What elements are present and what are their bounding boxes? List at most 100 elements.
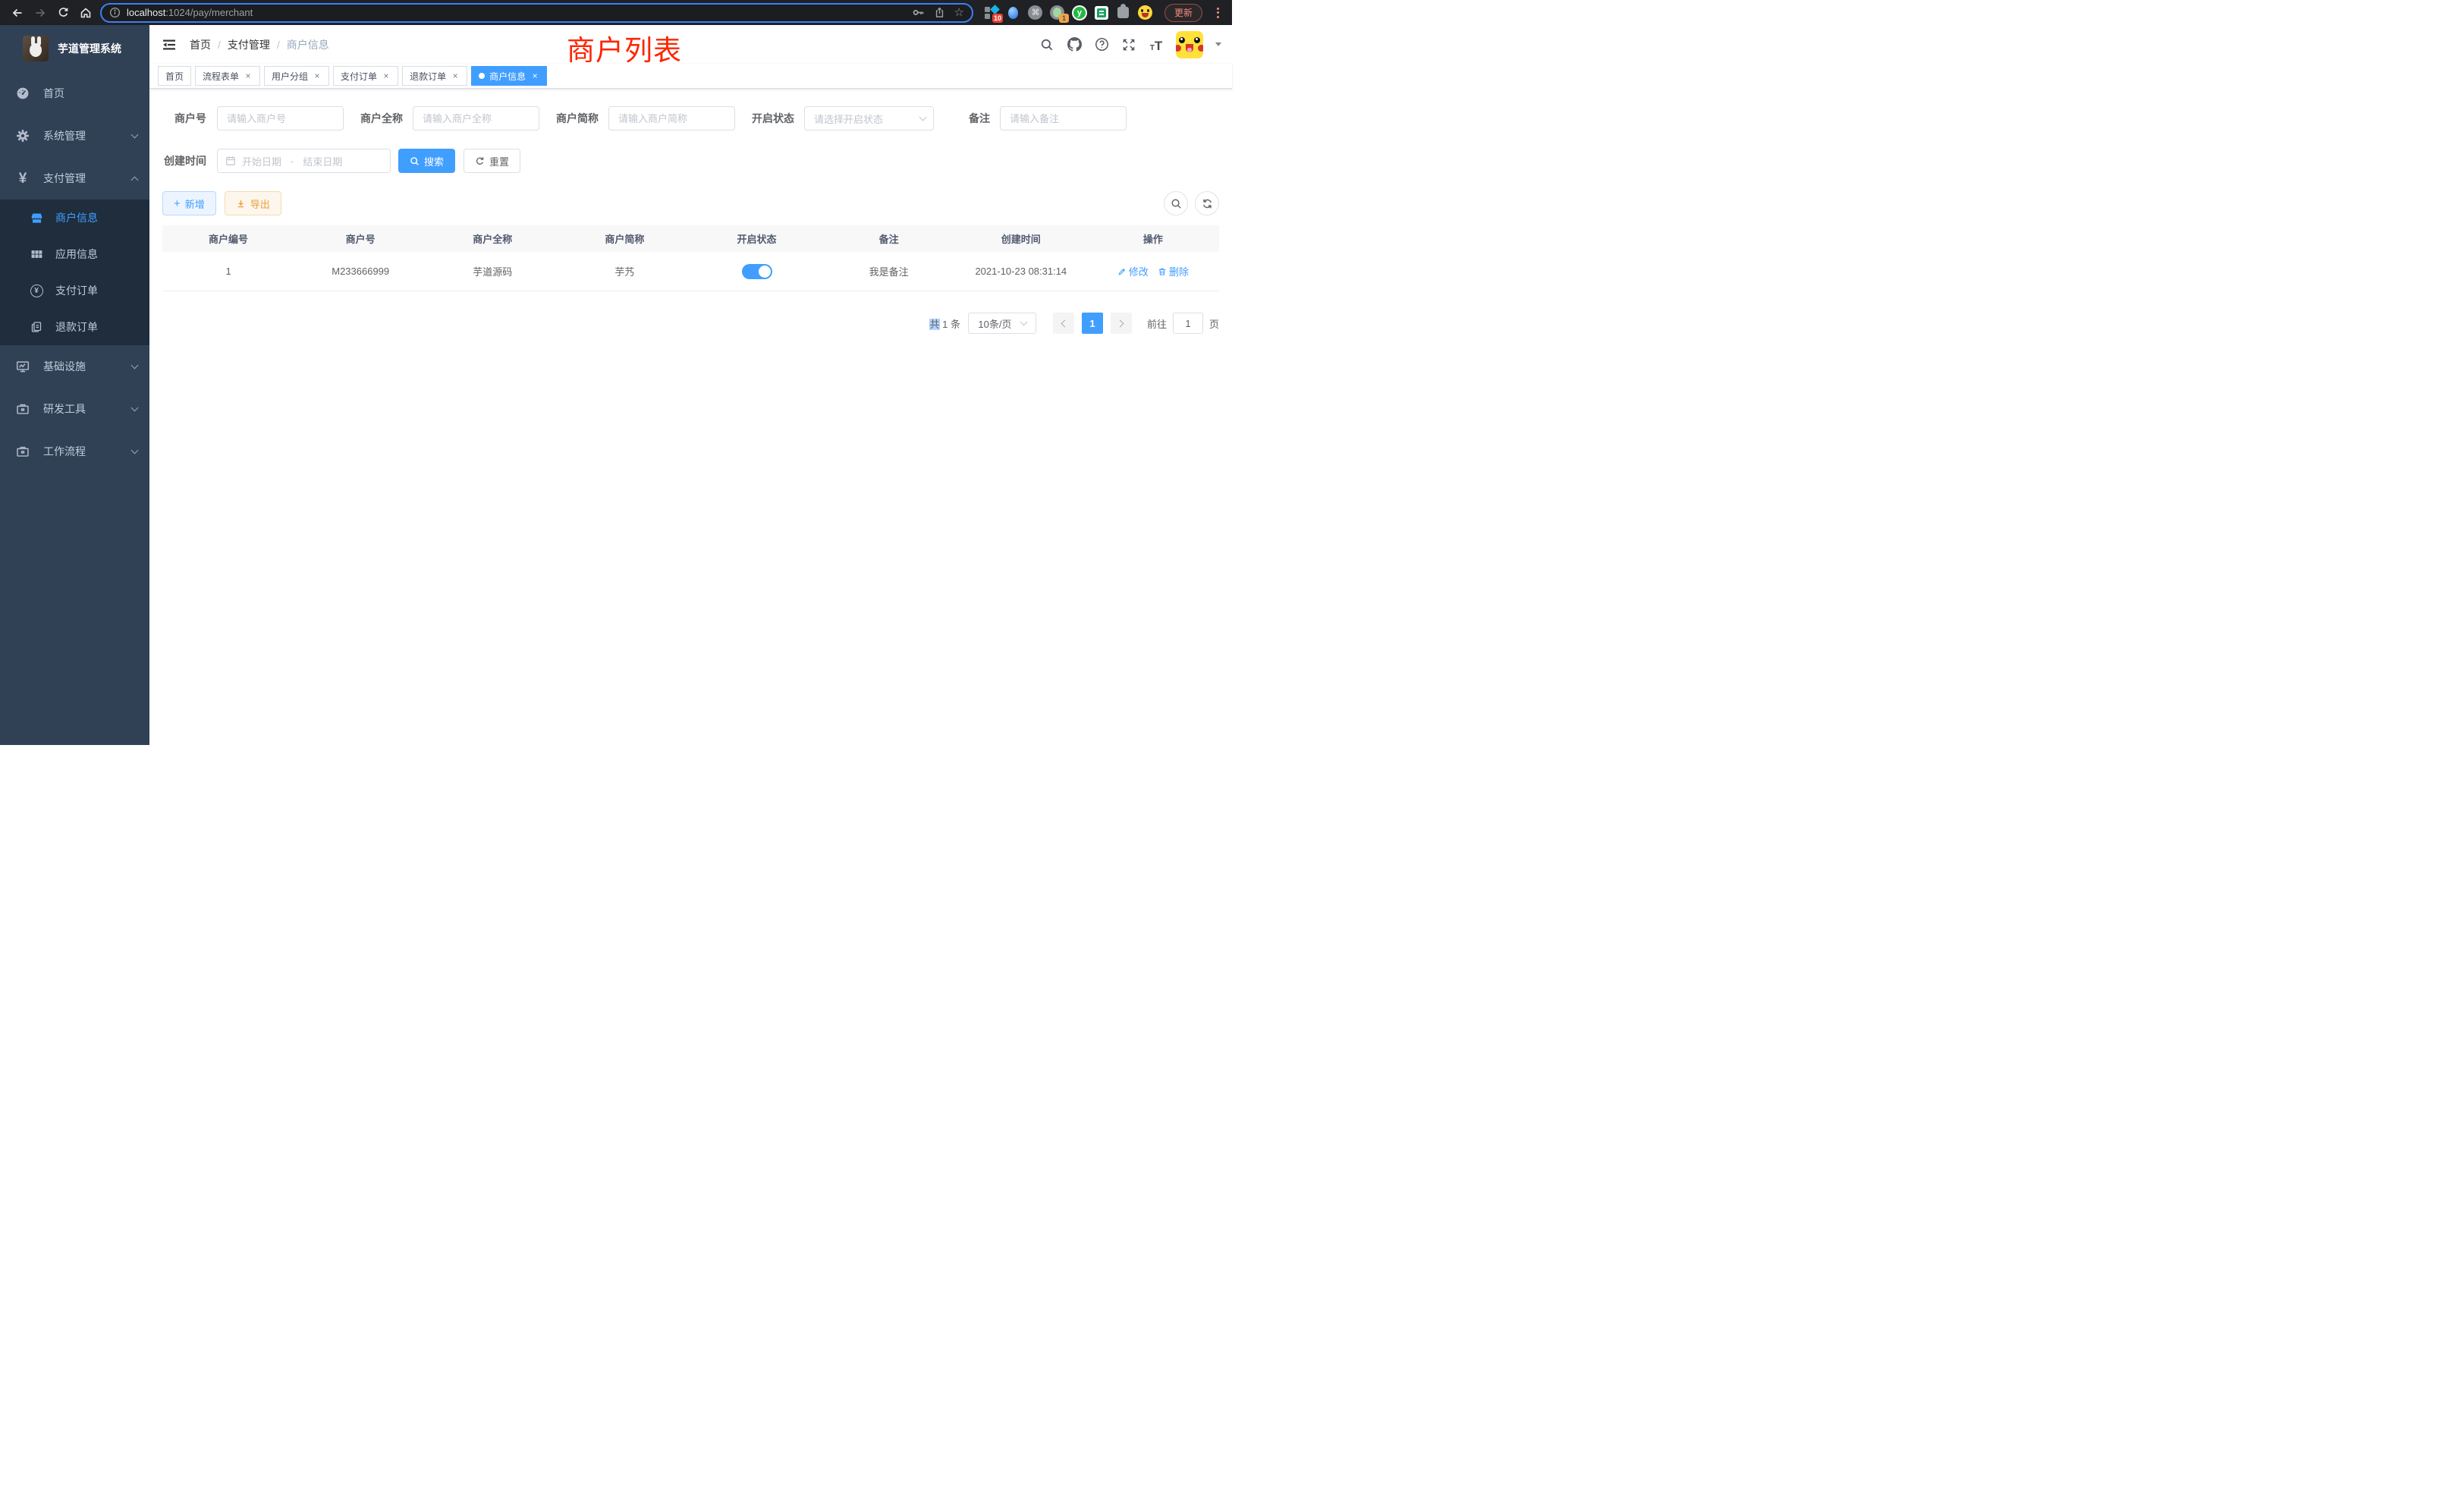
reset-button[interactable]: 重置 (464, 149, 520, 173)
pagination: 共 1 条 10条/页 1 前往 页 (162, 313, 1219, 334)
forward-icon[interactable] (30, 3, 50, 23)
column-header: 商户简称 (558, 225, 690, 252)
cell-merchant-no: M233666999 (294, 252, 426, 291)
home-icon[interactable] (76, 3, 96, 23)
extension-emoji-icon[interactable] (1138, 5, 1153, 20)
search-button[interactable]: 搜索 (398, 149, 455, 173)
sidebar-item-home[interactable]: 首页 (0, 72, 149, 115)
show-search-icon[interactable] (1164, 191, 1188, 215)
annotation-title: 商户列表 (567, 27, 682, 68)
browser-update-button[interactable]: 更新 (1164, 4, 1202, 22)
address-bar[interactable]: localhost:1024/pay/merchant ☆ (100, 3, 973, 23)
tab-process-form[interactable]: 流程表单× (195, 66, 260, 86)
extension-blue-diamond-icon[interactable]: 10 (984, 5, 999, 20)
reload-icon[interactable] (53, 3, 73, 23)
user-menu-caret-icon[interactable] (1215, 42, 1221, 46)
sidebar-logo-row[interactable]: 芋道管理系统 (0, 25, 149, 72)
chevron-up-icon (131, 176, 139, 184)
close-icon[interactable]: × (530, 71, 539, 81)
sidebar-item-devtool[interactable]: 研发工具 (0, 388, 149, 430)
user-avatar[interactable] (1176, 31, 1203, 58)
tab-refund-order[interactable]: 退款订单× (402, 66, 467, 86)
extension-y-icon[interactable]: y (1072, 5, 1087, 20)
short-name-input[interactable] (608, 106, 735, 130)
filter-short-name: 商户简称 (556, 106, 735, 130)
tab-home[interactable]: 首页 (158, 66, 191, 86)
password-key-icon[interactable] (912, 6, 925, 19)
table-settings (1164, 191, 1219, 215)
sidebar-item-app-info[interactable]: 应用信息 (0, 236, 149, 272)
refresh-table-icon[interactable] (1195, 191, 1219, 215)
table-header-row: 商户编号 商户号 商户全称 商户简称 开启状态 备注 创建时间 操作 (162, 225, 1219, 252)
extensions-area: 10 ⌘ 1 y 更新 (984, 4, 1224, 22)
search-icon[interactable] (1039, 37, 1054, 52)
extension-balloon-icon[interactable] (1006, 5, 1021, 20)
extension-green-dot-icon[interactable]: 1 (1050, 5, 1065, 20)
browser-nav-buttons (8, 3, 96, 23)
cell-full-name: 芋道源码 (426, 252, 558, 291)
dashboard-icon (15, 86, 30, 100)
url-text[interactable]: localhost:1024/pay/merchant (127, 7, 906, 18)
prev-page-button[interactable] (1053, 313, 1074, 334)
sidebar-item-system[interactable]: 系统管理 (0, 115, 149, 157)
grid-icon (30, 248, 43, 261)
remark-input[interactable] (1000, 106, 1127, 130)
status-toggle[interactable] (742, 264, 772, 279)
page-size-select[interactable]: 10条/页 (968, 313, 1036, 334)
column-header: 商户编号 (162, 225, 294, 252)
search-icon (410, 156, 420, 166)
merchant-table: 商户编号 商户号 商户全称 商户简称 开启状态 备注 创建时间 操作 1 M23… (162, 225, 1219, 291)
date-range-picker[interactable]: 开始日期 - 结束日期 (217, 149, 391, 173)
close-icon[interactable]: × (382, 71, 391, 81)
sidebar-item-pay[interactable]: ¥ 支付管理 (0, 157, 149, 200)
add-button[interactable]: + 新增 (162, 191, 216, 215)
sidebar-item-refund-order[interactable]: 退款订单 (0, 309, 149, 345)
sidebar-item-infra[interactable]: 基础设施 (0, 345, 149, 388)
next-page-button[interactable] (1111, 313, 1132, 334)
github-icon[interactable] (1067, 37, 1082, 52)
back-icon[interactable] (8, 3, 27, 23)
breadcrumb-home[interactable]: 首页 (190, 37, 211, 52)
extensions-puzzle-icon[interactable] (1116, 5, 1131, 20)
extension-command-icon[interactable]: ⌘ (1028, 5, 1043, 20)
plus-icon: + (174, 198, 181, 209)
sidebar-item-pay-order[interactable]: ¥ 支付订单 (0, 272, 149, 309)
merchant-no-input[interactable] (217, 106, 344, 130)
export-button[interactable]: 导出 (225, 191, 281, 215)
tab-pay-order[interactable]: 支付订单× (333, 66, 398, 86)
filter-merchant-no: 商户号 (162, 106, 344, 130)
share-icon[interactable] (934, 7, 945, 18)
close-icon[interactable]: × (451, 71, 460, 81)
sidebar-collapse-icon[interactable] (161, 36, 178, 53)
table-toolbar: + 新增 导出 (162, 191, 1219, 215)
breadcrumb-pay[interactable]: 支付管理 (228, 37, 270, 52)
edit-link[interactable]: 修改 (1117, 264, 1149, 278)
cell-actions: 修改 删除 (1087, 252, 1219, 291)
sidebar-item-workflow[interactable]: 工作流程 (0, 430, 149, 473)
status-select[interactable]: 请选择开启状态 (804, 106, 934, 130)
current-page-button[interactable]: 1 (1082, 313, 1103, 334)
tab-merchant-info[interactable]: 商户信息× (471, 66, 547, 86)
refresh-icon (475, 156, 485, 166)
bookmark-star-icon[interactable]: ☆ (954, 7, 964, 18)
toolbox-icon (15, 402, 30, 416)
column-header: 商户全称 (426, 225, 558, 252)
delete-link[interactable]: 删除 (1158, 264, 1189, 278)
close-icon[interactable]: × (313, 71, 322, 81)
full-name-input[interactable] (413, 106, 539, 130)
filter-remark: 备注 (969, 106, 1127, 130)
column-header: 操作 (1087, 225, 1219, 252)
yen-circle-icon: ¥ (30, 284, 43, 297)
briefcase-icon (15, 445, 30, 458)
help-icon[interactable] (1094, 37, 1109, 52)
extension-chat-icon[interactable] (1094, 5, 1109, 20)
font-size-icon[interactable]: TT (1149, 37, 1164, 52)
site-info-icon[interactable] (109, 7, 121, 18)
browser-menu-icon[interactable] (1211, 5, 1224, 20)
fullscreen-icon[interactable] (1121, 37, 1136, 52)
sidebar-item-merchant-info[interactable]: 商户信息 (0, 200, 149, 236)
close-icon[interactable]: × (244, 71, 253, 81)
goto-page-input[interactable] (1173, 313, 1203, 334)
breadcrumb-current: 商户信息 (287, 37, 329, 52)
tab-user-group[interactable]: 用户分组× (264, 66, 329, 86)
